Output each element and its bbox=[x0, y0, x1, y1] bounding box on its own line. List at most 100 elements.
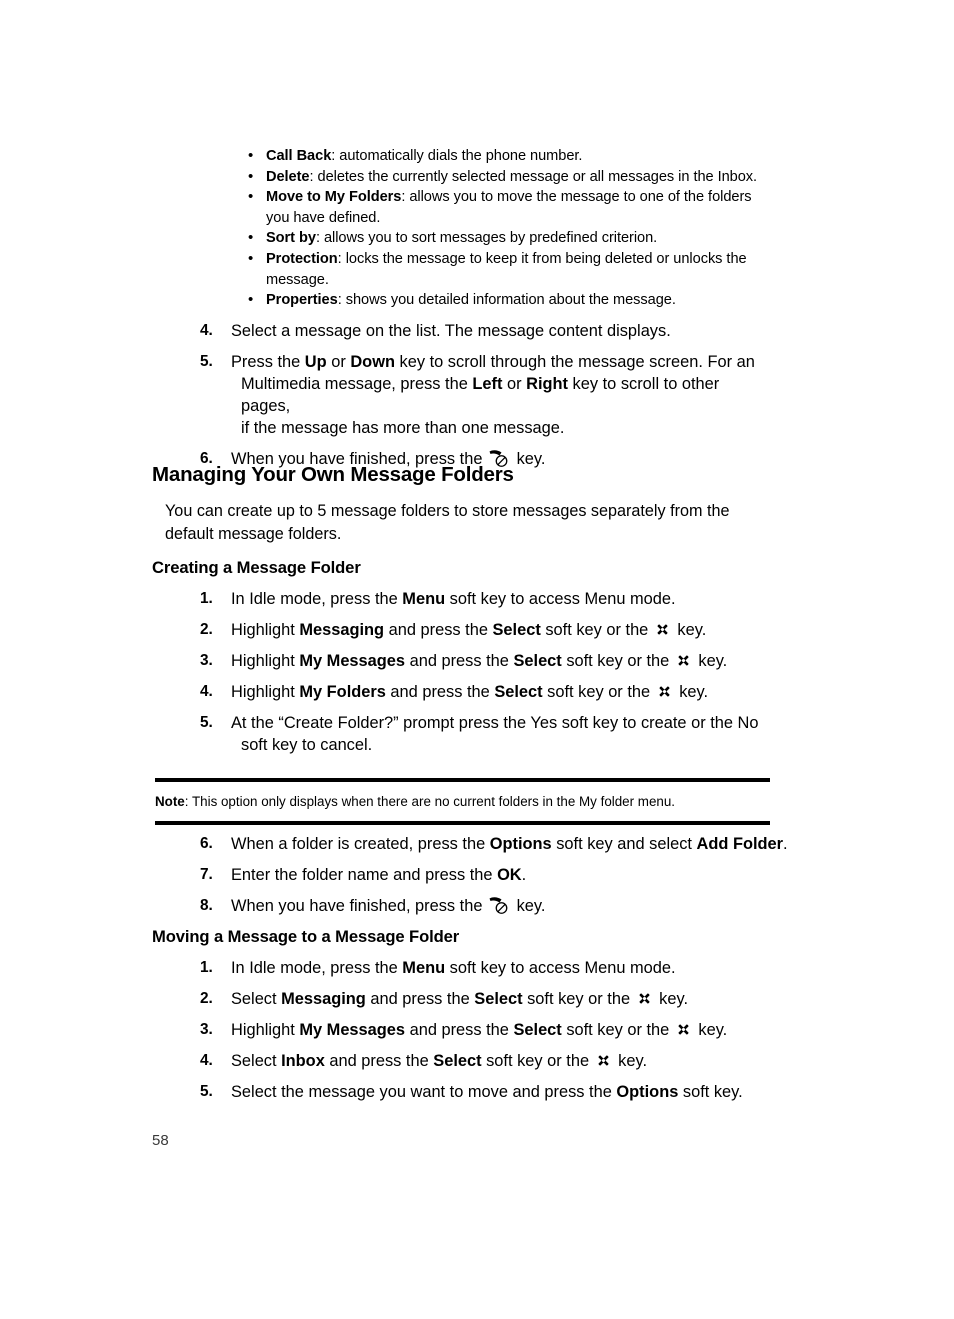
step-text: Select Inbox and press the Select soft k… bbox=[231, 1050, 800, 1072]
step-text-part: soft key or the bbox=[540, 621, 653, 639]
list-item: 2. Select Messaging and press the Select… bbox=[200, 988, 800, 1010]
step-text: Press the Up or Down key to scroll throu… bbox=[231, 351, 760, 439]
step-text-part: At the “Create Folder?” prompt press the… bbox=[231, 714, 759, 732]
step-text: Select Messaging and press the Select so… bbox=[231, 988, 800, 1010]
step-text: In Idle mode, press the Menu soft key to… bbox=[231, 957, 800, 979]
step-text: Enter the folder name and press the OK. bbox=[231, 864, 800, 886]
menu-name-messaging: Messaging bbox=[299, 621, 385, 639]
step-number: 8. bbox=[200, 897, 213, 914]
step-text: When you have finished, press the key. bbox=[231, 895, 800, 917]
softkey-name-select: Select bbox=[513, 652, 562, 670]
step-text-part: soft key or the bbox=[561, 652, 674, 670]
step-text-part: In Idle mode, press the bbox=[231, 590, 403, 608]
step-text: Highlight My Folders and press the Selec… bbox=[231, 681, 760, 703]
step-text-part: soft key or the bbox=[561, 1021, 674, 1039]
navigation-key-icon bbox=[654, 621, 671, 638]
list-item: • Call Back: automatically dials the pho… bbox=[248, 146, 778, 167]
list-item: 7. Enter the folder name and press the O… bbox=[200, 864, 800, 886]
bullet-dot-icon: • bbox=[248, 188, 254, 206]
bullet-sep: : bbox=[315, 230, 324, 247]
key-name-down: Down bbox=[350, 353, 395, 371]
bullet-text: Move to My Folders: allows you to move t… bbox=[266, 187, 778, 228]
step-text: Highlight My Messages and press the Sele… bbox=[231, 1019, 800, 1041]
menu-name-inbox: Inbox bbox=[281, 1052, 325, 1070]
menu-name-add-folder: Add Folder bbox=[696, 835, 784, 853]
list-item: 6. When a folder is created, press the O… bbox=[200, 833, 800, 855]
step-text-part: soft key and select bbox=[551, 835, 697, 853]
step-number: 5. bbox=[200, 1083, 213, 1100]
menu-name-my-messages: My Messages bbox=[299, 1021, 406, 1039]
list-item: 3. Highlight My Messages and press the S… bbox=[200, 1019, 800, 1041]
step-text-part: key to scroll through the message screen… bbox=[394, 353, 755, 371]
step-text-part: Enter the folder name and press the bbox=[231, 866, 498, 884]
key-name-right: Right bbox=[526, 375, 568, 393]
reading-message-steps: 4. Select a message on the list. The mes… bbox=[200, 320, 760, 479]
softkey-name-select: Select bbox=[492, 621, 541, 639]
key-name-up: Up bbox=[304, 353, 327, 371]
softkey-name-select: Select bbox=[513, 1021, 562, 1039]
step-text-part: soft key or the bbox=[522, 990, 635, 1008]
step-text-part: Highlight bbox=[231, 621, 300, 639]
step-text-part: soft key or the bbox=[542, 683, 655, 701]
bullet-term: Properties bbox=[266, 292, 338, 309]
step-text-part: key. bbox=[512, 450, 546, 468]
list-item: • Delete: deletes the currently selected… bbox=[248, 167, 778, 188]
bullet-dot-icon: • bbox=[248, 229, 254, 247]
list-item: 5. Press the Up or Down key to scroll th… bbox=[200, 351, 760, 439]
step-text: At the “Create Folder?” prompt press the… bbox=[231, 712, 760, 756]
softkey-name-select: Select bbox=[474, 990, 523, 1008]
bullet-text: Delete: deletes the currently selected m… bbox=[266, 167, 778, 188]
list-item: • Properties: shows you detailed informa… bbox=[248, 290, 778, 311]
navigation-key-icon bbox=[656, 683, 673, 700]
step-text-part: and press the bbox=[405, 1021, 514, 1039]
manual-page: • Call Back: automatically dials the pho… bbox=[0, 0, 954, 1319]
creating-folder-steps: 1. In Idle mode, press the Menu soft key… bbox=[200, 588, 760, 765]
list-item: 5. At the “Create Folder?” prompt press … bbox=[200, 712, 760, 756]
navigation-key-icon bbox=[595, 1052, 612, 1069]
bullet-term: Delete bbox=[266, 168, 310, 185]
note-text: Note: This option only displays when the… bbox=[155, 782, 770, 821]
step-text-part: key. bbox=[613, 1052, 648, 1070]
navigation-key-icon bbox=[636, 990, 653, 1007]
step-text-part: and press the bbox=[384, 621, 493, 639]
bullet-dot-icon: • bbox=[248, 291, 254, 309]
list-item: 1. In Idle mode, press the Menu soft key… bbox=[200, 588, 760, 610]
note-label: Note bbox=[155, 794, 185, 809]
note-rule-bottom bbox=[155, 821, 770, 825]
step-text-part: Press the bbox=[231, 353, 305, 371]
step-text: Select the message you want to move and … bbox=[231, 1081, 800, 1103]
softkey-name-options: Options bbox=[616, 1083, 679, 1101]
bullet-term: Protection bbox=[266, 250, 338, 267]
step-number: 3. bbox=[200, 652, 213, 669]
bullet-sep: : bbox=[337, 250, 346, 267]
step-text-part: key. bbox=[693, 1021, 728, 1039]
step-text-part: key. bbox=[674, 683, 709, 701]
list-item: 4. Highlight My Folders and press the Se… bbox=[200, 681, 760, 703]
step-text-part: When a folder is created, press the bbox=[231, 835, 490, 853]
step-number: 4. bbox=[200, 322, 213, 339]
bullet-dot-icon: • bbox=[248, 147, 254, 164]
menu-name-my-folders: My Folders bbox=[299, 683, 386, 701]
bullet-text: Properties: shows you detailed informati… bbox=[266, 290, 778, 311]
step-text-part: soft key to access Menu mode. bbox=[445, 590, 676, 608]
step-text-part: and press the bbox=[365, 990, 475, 1008]
step-continuation: Multimedia message, press the Left or Ri… bbox=[231, 373, 760, 417]
step-text-part: Multimedia message, press the bbox=[241, 375, 473, 393]
step-text-part: soft key to access Menu mode. bbox=[445, 959, 676, 977]
step-number: 6. bbox=[200, 835, 213, 852]
subsection-heading-moving: Moving a Message to a Message Folder bbox=[152, 927, 460, 946]
step-number: 1. bbox=[200, 959, 213, 976]
softkey-name-select: Select bbox=[494, 683, 543, 701]
step-text-part: Highlight bbox=[231, 652, 300, 670]
bullet-desc: deletes the currently selected message o… bbox=[317, 168, 758, 185]
bullet-text: Sort by: allows you to sort messages by … bbox=[266, 228, 778, 249]
step-text: In Idle mode, press the Menu soft key to… bbox=[231, 588, 760, 610]
subsection-heading-creating: Creating a Message Folder bbox=[152, 558, 361, 577]
bullet-desc: allows you to sort messages by predefine… bbox=[323, 230, 658, 247]
step-text: Highlight Messaging and press the Select… bbox=[231, 619, 760, 641]
step-number: 2. bbox=[200, 990, 213, 1007]
step-text: Highlight My Messages and press the Sele… bbox=[231, 650, 760, 672]
step-number: 4. bbox=[200, 1052, 213, 1069]
step-text-part: In Idle mode, press the bbox=[231, 959, 403, 977]
bullet-term: Move to My Folders bbox=[266, 189, 402, 206]
